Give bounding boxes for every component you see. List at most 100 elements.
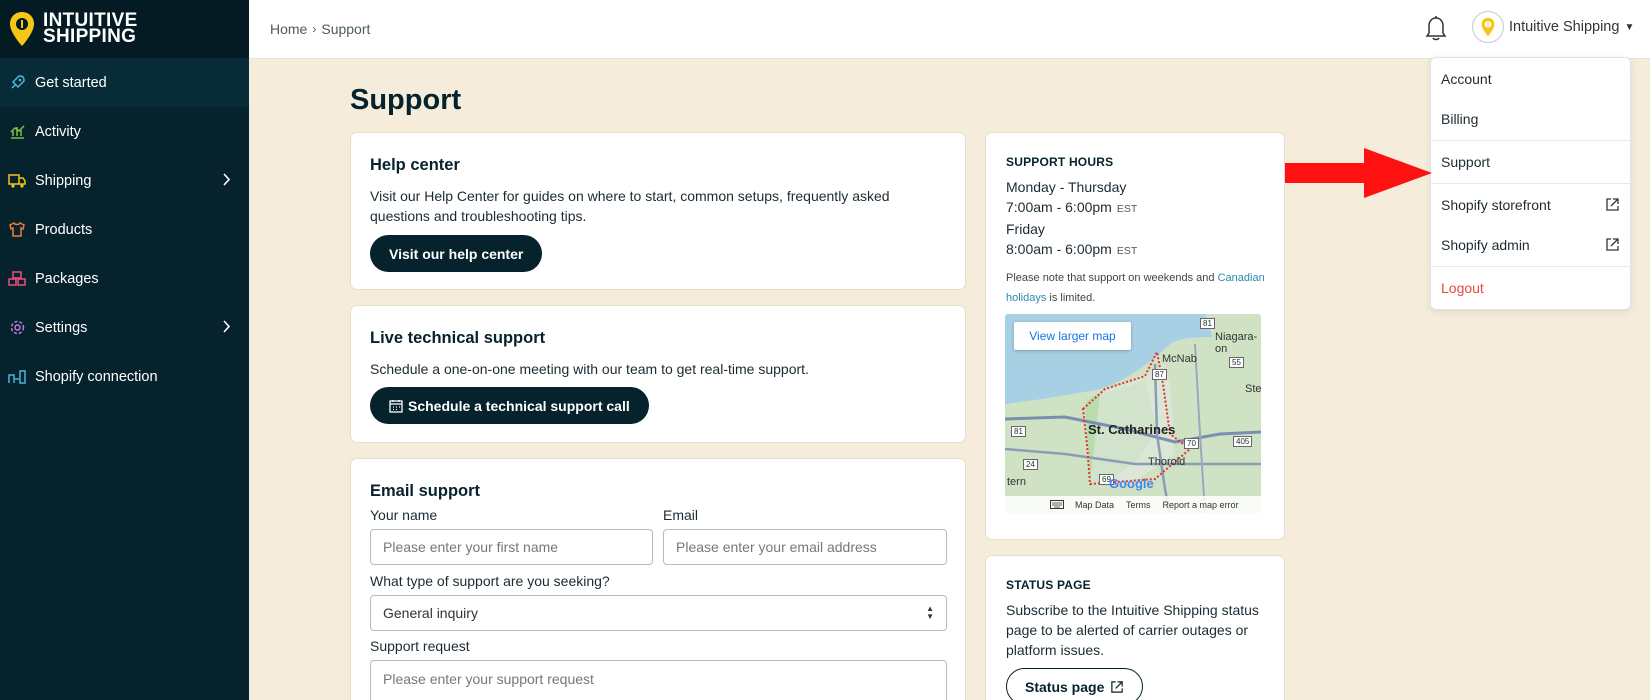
menu-item-billing[interactable]: Billing: [1431, 99, 1630, 139]
user-name: Intuitive Shipping: [1509, 19, 1620, 35]
sidebar-item-shopify-connection[interactable]: Shopify connection: [0, 352, 249, 401]
connection-icon: [8, 368, 26, 386]
map-data-link[interactable]: Map Data: [1075, 500, 1114, 510]
route-shield: 55: [1229, 357, 1244, 368]
sidebar-item-get-started[interactable]: Get started: [0, 58, 249, 107]
sidebar-item-label: Get started: [35, 74, 107, 91]
status-page-title: STATUS PAGE: [1006, 578, 1091, 592]
live-support-text: Schedule a one-on-one meeting with our t…: [370, 361, 809, 377]
external-link-icon: [1606, 198, 1619, 211]
menu-group-account: Account Billing: [1431, 58, 1630, 141]
support-type-select[interactable]: General inquiry ▲ ▼: [370, 595, 947, 631]
chevron-right-icon: ›: [312, 22, 317, 36]
chart-icon: [8, 123, 26, 141]
help-center-card: Help center Visit our Help Center for gu…: [350, 132, 966, 290]
sidebar-item-shipping[interactable]: Shipping: [0, 156, 249, 205]
map-label-mcnab: McNab: [1162, 353, 1197, 365]
menu-group-support: Support: [1431, 141, 1630, 184]
user-dropdown-menu: Account Billing Support Shopify storefro…: [1430, 57, 1631, 310]
support-request-textarea[interactable]: Please enter your support request: [370, 660, 947, 700]
user-menu-toggle[interactable]: Intuitive Shipping ▼: [1472, 11, 1634, 43]
brand-logo[interactable]: INTUITIVE SHIPPING: [0, 0, 249, 58]
menu-group-shopify: Shopify storefront Shopify admin: [1431, 184, 1630, 267]
hours-time-2: 8:00am - 6:00pm EST: [1006, 241, 1138, 257]
chevron-right-icon: [223, 320, 231, 333]
map-report-link[interactable]: Report a map error: [1163, 500, 1239, 510]
email-label: Email: [663, 507, 699, 523]
keyboard-icon: [1050, 500, 1064, 509]
menu-item-logout[interactable]: Logout: [1431, 268, 1630, 308]
shirt-icon: [8, 221, 26, 239]
sidebar-item-settings[interactable]: Settings: [0, 303, 249, 352]
route-shield: 81: [1011, 426, 1026, 437]
sidebar: INTUITIVE SHIPPING Get started Activity …: [0, 0, 249, 700]
caret-down-icon: ▼: [1624, 21, 1635, 33]
sidebar-item-label: Products: [35, 221, 93, 238]
view-larger-map-button[interactable]: View larger map: [1014, 322, 1131, 350]
menu-item-shopify-admin[interactable]: Shopify admin: [1431, 225, 1630, 265]
red-arrow-annotation: [1284, 148, 1432, 198]
email-input[interactable]: Please enter your email address: [663, 529, 947, 565]
support-type-label: What type of support are you seeking?: [370, 573, 610, 589]
bell-icon[interactable]: [1423, 14, 1449, 42]
truck-icon: [8, 172, 26, 190]
calendar-icon: [389, 399, 403, 413]
gear-icon: [8, 319, 26, 337]
support-hours-title: SUPPORT HOURS: [1006, 155, 1114, 169]
email-support-card: Email support Your name Please enter you…: [350, 458, 966, 700]
support-hours-list: Monday - Thursday 7:00am - 6:00pm EST Fri…: [1006, 177, 1137, 261]
route-shield: 81: [1200, 318, 1215, 329]
map-label-ste: Ste: [1245, 383, 1261, 395]
status-page-card: STATUS PAGE Subscribe to the Intuitive S…: [985, 555, 1285, 700]
map-label-thorold: Thorold: [1148, 456, 1186, 468]
menu-item-label: Shopify storefront: [1441, 197, 1551, 213]
help-center-text: Visit our Help Center for guides on wher…: [370, 188, 890, 224]
sidebar-item-label: Packages: [35, 270, 99, 287]
chevron-right-icon: [223, 173, 231, 186]
status-page-label: Status page: [1025, 678, 1105, 695]
map-label-city: St. Catharines: [1088, 422, 1176, 437]
email-support-title: Email support: [370, 482, 481, 500]
boxes-icon: [8, 270, 26, 288]
menu-item-label: Shopify admin: [1441, 237, 1530, 253]
status-page-text: Subscribe to the Intuitive Shipping stat…: [1006, 602, 1259, 658]
map-terms-link[interactable]: Terms: [1126, 500, 1151, 510]
location-pin-icon: [10, 12, 34, 46]
hours-days-1: Monday - Thursday: [1006, 179, 1127, 195]
brand-name: INTUITIVE SHIPPING: [43, 10, 138, 47]
name-label: Your name: [370, 507, 438, 523]
menu-item-account[interactable]: Account: [1431, 59, 1630, 99]
page-title: Support: [350, 84, 462, 116]
schedule-call-label: Schedule a technical support call: [408, 397, 630, 414]
breadcrumb-home[interactable]: Home: [270, 21, 307, 37]
map-embed[interactable]: View larger map St. Catharines Niagara-o…: [1005, 314, 1261, 513]
rocket-icon: [8, 74, 26, 92]
sidebar-item-activity[interactable]: Activity: [0, 107, 249, 156]
avatar: [1472, 11, 1504, 43]
hours-days-2: Friday: [1006, 221, 1045, 237]
sidebar-item-label: Settings: [35, 319, 88, 336]
menu-item-support[interactable]: Support: [1431, 142, 1630, 182]
sidebar-item-packages[interactable]: Packages: [0, 254, 249, 303]
support-hours-card: SUPPORT HOURS Monday - Thursday 7:00am -…: [985, 132, 1285, 540]
sidebar-nav: Get started Activity Shipping Products P…: [0, 58, 249, 401]
location-pin-icon: [1481, 17, 1495, 37]
external-link-icon: [1606, 238, 1619, 251]
breadcrumb-current: Support: [321, 21, 371, 37]
schedule-call-button[interactable]: Schedule a technical support call: [370, 387, 649, 424]
sidebar-item-label: Shipping: [35, 172, 92, 189]
top-bar: Home › Support Intuitive Shipping ▼: [249, 0, 1650, 59]
support-type-value: General inquiry: [383, 605, 478, 621]
status-page-button[interactable]: Status page: [1006, 668, 1144, 700]
live-support-title: Live technical support: [370, 329, 546, 347]
menu-item-shopify-storefront[interactable]: Shopify storefront: [1431, 185, 1630, 225]
visit-help-center-button[interactable]: Visit our help center: [370, 235, 543, 272]
help-center-title: Help center: [370, 156, 460, 174]
sidebar-item-products[interactable]: Products: [0, 205, 249, 254]
hours-time-1: 7:00am - 6:00pm EST: [1006, 199, 1138, 215]
name-input[interactable]: Please enter your first name: [370, 529, 653, 565]
map-label-niagara: Niagara-on: [1215, 331, 1258, 355]
sidebar-item-label: Shopify connection: [35, 368, 158, 385]
map-footer: Map Data Terms Report a map error: [1005, 496, 1261, 513]
sidebar-item-label: Activity: [35, 123, 81, 140]
